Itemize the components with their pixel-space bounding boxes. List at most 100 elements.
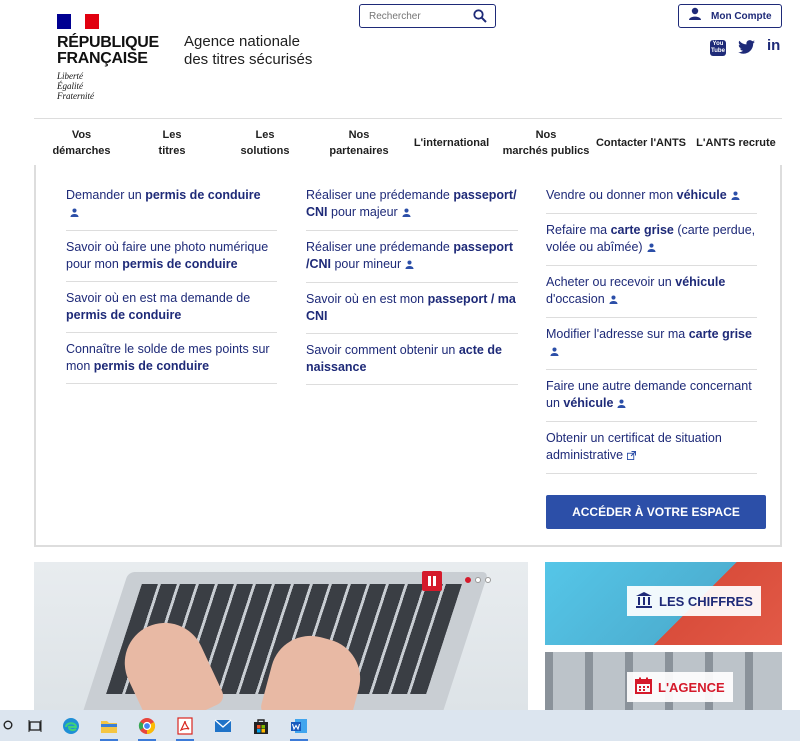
mega-menu-panel: Demander un permis de conduire Savoir où…	[34, 165, 782, 547]
menu-link-cni-majeur[interactable]: Réaliser une prédemande passeport/ CNI p…	[306, 179, 518, 231]
menu-column-permis: Demander un permis de conduire Savoir où…	[66, 179, 277, 384]
nav-les-titres[interactable]: Les titres	[129, 127, 215, 159]
nav-line: démarches	[52, 144, 111, 157]
acrobat-icon[interactable]	[166, 710, 204, 741]
menu-link-adresse-carte-grise[interactable]: Modifier l'adresse sur ma carte grise	[546, 318, 757, 370]
nav-line: titres	[158, 144, 186, 157]
word-icon[interactable]	[280, 710, 318, 741]
person-icon	[647, 240, 656, 257]
link-bold: véhicule	[676, 188, 727, 202]
nav-line: Les	[255, 128, 275, 141]
person-icon	[405, 257, 414, 274]
nav-marches-publics[interactable]: Nos marchés publics	[500, 127, 592, 159]
menu-link-acheter-vehicule[interactable]: Acheter ou recevoir un véhicule d'occasi…	[546, 266, 757, 318]
search-box	[359, 4, 496, 28]
chrome-icon[interactable]	[128, 710, 166, 741]
twitter-icon[interactable]	[738, 40, 755, 59]
nav-international[interactable]: L'international	[403, 135, 500, 151]
youtube-icon[interactable]: You Tube	[710, 40, 726, 56]
link-text: d'occasion	[546, 292, 605, 306]
file-explorer-icon[interactable]	[90, 710, 128, 741]
building-icon	[635, 591, 653, 612]
motto-fraternite: Fraternité	[57, 91, 94, 101]
access-space-button[interactable]: ACCÉDER À VOTRE ESPACE	[546, 495, 766, 529]
menu-link-autre-demande[interactable]: Faire une autre demande concernant un vé…	[546, 370, 757, 422]
search-input[interactable]	[360, 5, 468, 27]
edge-icon[interactable]	[52, 710, 90, 741]
store-icon[interactable]	[242, 710, 280, 741]
link-text: Savoir où en est mon	[306, 292, 428, 306]
menu-link-permis-demande[interactable]: Demander un permis de conduire	[66, 179, 277, 231]
nav-line: L'ANTS recrute	[696, 136, 776, 149]
chiffres-label-box: LES CHIFFRES	[627, 586, 761, 616]
chiffres-tile[interactable]: LES CHIFFRES	[545, 562, 782, 645]
nav-line: Nos	[535, 128, 557, 141]
menu-link-acte-naissance[interactable]: Savoir comment obtenir un acte de naissa…	[306, 334, 518, 385]
calendar-icon	[635, 677, 652, 697]
link-bold: permis de conduire	[66, 308, 182, 322]
link-bold: carte grise	[688, 327, 752, 341]
link-text: Modifier l'adresse sur ma	[546, 327, 689, 341]
hero-carousel[interactable]	[34, 562, 528, 710]
menu-link-certificat[interactable]: Obtenir un certificat de situation admin…	[546, 422, 757, 474]
windows-taskbar	[0, 710, 800, 741]
carousel-dot[interactable]	[475, 577, 481, 583]
nav-recrute[interactable]: L'ANTS recrute	[690, 135, 782, 151]
nav-line: Nos	[348, 128, 370, 141]
menu-link-cni-suivi[interactable]: Savoir où en est mon passeport / ma CNI	[306, 283, 518, 334]
link-text: Demander un	[66, 188, 146, 202]
person-icon	[550, 344, 559, 361]
link-text: pour mineur	[331, 257, 402, 271]
nav-les-solutions[interactable]: Les solutions	[215, 127, 315, 159]
search-icon[interactable]	[0, 710, 18, 741]
carousel-dot[interactable]	[465, 577, 471, 583]
republique-francaise-logo[interactable]: RÉPUBLIQUE FRANÇAISE	[57, 35, 159, 67]
menu-column-vehicule: Vendre ou donner mon véhicule Refaire ma…	[546, 179, 757, 474]
republique-line2: FRANÇAISE	[57, 50, 148, 67]
link-bold: permis de conduire	[93, 359, 210, 373]
link-text: Réaliser une prédemande	[306, 188, 454, 202]
carousel-dots	[465, 577, 491, 583]
menu-link-refaire-carte-grise[interactable]: Refaire ma carte grise (carte perdue, vo…	[546, 214, 757, 266]
nav-contacter[interactable]: Contacter l'ANTS	[592, 135, 690, 151]
menu-link-permis-photo[interactable]: Savoir où faire une photo numérique pour…	[66, 231, 277, 282]
search-icon[interactable]	[473, 9, 487, 28]
nav-nos-partenaires[interactable]: Nos partenaires	[315, 127, 403, 159]
motto-egalite: Égalité	[57, 81, 83, 91]
menu-link-permis-points[interactable]: Connaître le solde de mes points sur mon…	[66, 333, 277, 384]
person-icon	[731, 188, 740, 205]
person-icon	[617, 396, 626, 413]
french-flag-logo[interactable]	[57, 14, 99, 29]
nav-line: marchés publics	[502, 144, 590, 157]
nav-line: Les	[162, 128, 182, 141]
menu-link-permis-suivi[interactable]: Savoir où en est ma demande de permis de…	[66, 282, 277, 333]
republique-line1: RÉPUBLIQUE	[57, 34, 159, 51]
chiffres-label: LES CHIFFRES	[659, 593, 753, 609]
agency-line2: des titres sécurisés	[184, 51, 313, 68]
pause-button[interactable]	[422, 571, 442, 591]
account-button[interactable]: Mon Compte	[678, 4, 782, 28]
account-label: Mon Compte	[711, 10, 772, 22]
motto: Liberté Égalité Fraternité	[57, 71, 94, 101]
link-text: Refaire ma	[546, 223, 611, 237]
menu-link-vendre-vehicule[interactable]: Vendre ou donner mon véhicule	[546, 179, 757, 214]
person-icon	[609, 292, 618, 309]
linkedin-icon[interactable]: in	[767, 37, 780, 54]
link-bold: véhicule	[563, 396, 614, 410]
menu-link-cni-mineur[interactable]: Réaliser une prédemande passeport /CNI p…	[306, 231, 518, 283]
task-view-icon[interactable]	[18, 710, 52, 741]
agency-name[interactable]: Agence nationale des titres sécurisés	[184, 33, 312, 69]
link-text: pour majeur	[327, 205, 398, 219]
mail-icon[interactable]	[204, 710, 242, 741]
link-text: Vendre ou donner mon	[546, 188, 677, 202]
link-bold: carte grise	[610, 223, 674, 237]
nav-line: solutions	[240, 144, 290, 157]
nav-line: L'international	[413, 136, 490, 149]
carousel-dot[interactable]	[485, 577, 491, 583]
agence-tile[interactable]: L'AGENCE	[545, 652, 782, 710]
nav-vos-demarches[interactable]: Vos démarches	[34, 127, 129, 159]
person-icon	[402, 205, 411, 222]
motto-liberte: Liberté	[57, 71, 83, 81]
nav-line: Vos	[71, 128, 92, 141]
menu-column-passeport: Réaliser une prédemande passeport/ CNI p…	[306, 179, 518, 385]
